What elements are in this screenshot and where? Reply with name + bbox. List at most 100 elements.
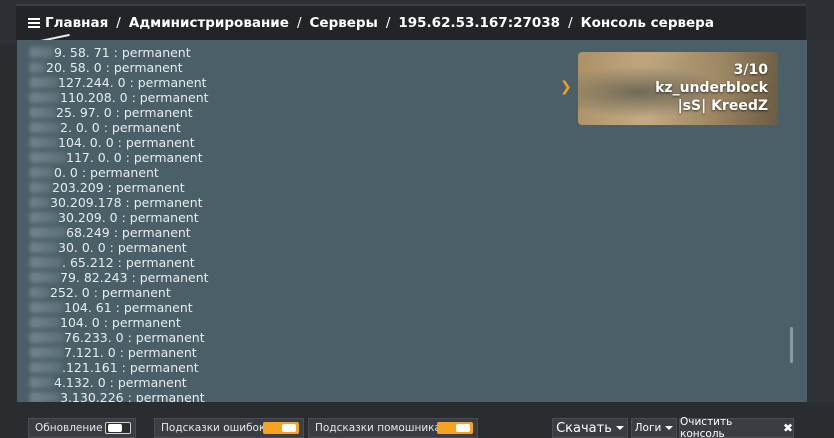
- breadcrumb-server-address[interactable]: 195.62.53.167:27038: [398, 15, 560, 31]
- helper-hints-switch[interactable]: [437, 422, 473, 434]
- breadcrumb-servers[interactable]: Серверы: [310, 15, 378, 31]
- close-icon: ✖: [782, 421, 793, 435]
- switch-knob: [456, 424, 470, 432]
- console-line: 252. 0 : permanent: [30, 285, 209, 300]
- console-line-text: 68.249 : permanent: [66, 225, 191, 240]
- console-line: 104. 0 : permanent: [30, 315, 209, 330]
- console-line-text: 30.209.178 : permanent: [50, 195, 203, 210]
- console-line: . 65.212 : permanent: [30, 255, 209, 270]
- redacted-text: [30, 317, 60, 328]
- redacted-text: [30, 392, 60, 402]
- redacted-text: [30, 347, 64, 358]
- console-scrollbar[interactable]: [790, 327, 793, 363]
- redacted-text: [30, 257, 62, 268]
- error-hints-switch[interactable]: [263, 422, 299, 434]
- console-line-text: 30. 0. 0 : permanent: [58, 240, 187, 255]
- map-name: kz_underblock: [655, 80, 768, 96]
- console-line-text: 2. 0. 0 : permanent: [60, 120, 181, 135]
- right-edge: [807, 40, 834, 402]
- console-line: 0. 0 : permanent: [30, 165, 209, 180]
- redacted-text: [30, 227, 66, 238]
- chevron-right-icon[interactable]: ❯: [560, 79, 572, 95]
- console-line: 79. 82.243 : permanent: [30, 270, 209, 285]
- server-name: |sS| KreedZ: [677, 98, 768, 114]
- map-card-text: 3/10 kz_underblock |sS| KreedZ: [655, 61, 768, 115]
- current-map-card[interactable]: 3/10 kz_underblock |sS| KreedZ: [578, 52, 778, 125]
- console-line: .121.161 : permanent: [30, 360, 209, 375]
- switch-knob: [108, 424, 122, 432]
- breadcrumb-separator: /: [385, 15, 391, 31]
- console-line-text: 127.244. 0 : permanent: [58, 75, 207, 90]
- console-line: 30.209.178 : permanent: [30, 195, 209, 210]
- top-bar: Главная / Администрирование / Серверы / …: [0, 0, 834, 45]
- clear-console-button[interactable]: Очистить консоль ✖: [679, 416, 794, 438]
- console-line: 30. 0. 0 : permanent: [30, 240, 209, 255]
- map-player-count: 3/10: [733, 62, 768, 78]
- console-line: 127.244. 0 : permanent: [30, 75, 209, 90]
- console-line-text: 20. 58. 0 : permanent: [46, 60, 183, 75]
- redacted-text: [30, 272, 60, 283]
- redacted-text: [30, 122, 60, 133]
- switch-knob: [282, 424, 296, 432]
- breadcrumb-separator: /: [296, 15, 302, 31]
- console-line: 30.209. 0 : permanent: [30, 210, 209, 225]
- console-line-text: 203.209 : permanent: [52, 180, 185, 195]
- console-line-text: . 65.212 : permanent: [62, 255, 195, 270]
- redacted-text: [30, 377, 54, 388]
- console-line: 4.132. 0 : permanent: [30, 375, 209, 390]
- redacted-text: [30, 197, 50, 208]
- redacted-text: [30, 332, 64, 343]
- console-line: 110.208. 0 : permanent: [30, 90, 209, 105]
- console-line-text: 110.208. 0 : permanent: [60, 90, 209, 105]
- console-line: 25. 97. 0 : permanent: [30, 105, 209, 120]
- console-line-text: 0. 0 : permanent: [54, 165, 159, 180]
- console-line: 117. 0. 0 : permanent: [30, 150, 209, 165]
- download-button[interactable]: Скачать: [552, 418, 628, 438]
- logs-button[interactable]: Логи: [631, 418, 677, 438]
- redacted-text: [30, 152, 66, 163]
- logs-label: Логи: [634, 422, 662, 434]
- console-line: 7.121. 0 : permanent: [30, 345, 209, 360]
- console-line: 9. 58. 71 : permanent: [30, 45, 209, 60]
- breadcrumb-console: Консоль сервера: [580, 15, 714, 31]
- console-line-text: 4.132. 0 : permanent: [54, 375, 187, 390]
- redacted-text: [30, 77, 58, 88]
- redacted-text: [30, 362, 62, 373]
- console-line: 203.209 : permanent: [30, 180, 209, 195]
- console-line: 68.249 : permanent: [30, 225, 209, 240]
- error-hints-toggle[interactable]: Подсказки ошибок: [154, 418, 304, 438]
- console-line-text: 9. 58. 71 : permanent: [54, 45, 191, 60]
- redacted-text: [30, 47, 54, 58]
- refresh-toggle[interactable]: Обновление: [28, 418, 136, 438]
- console-line-text: 3.130.226 : permanent: [60, 390, 205, 402]
- menu-icon[interactable]: [28, 18, 40, 28]
- refresh-toggle-label: Обновление: [35, 422, 103, 434]
- console-line-text: 25. 97. 0 : permanent: [56, 105, 193, 120]
- clear-console-label: Очистить консоль: [680, 416, 733, 438]
- console-line-text: 117. 0. 0 : permanent: [66, 150, 203, 165]
- console-line-text: .121.161 : permanent: [62, 360, 199, 375]
- console-line: 3.130.226 : permanent: [30, 390, 209, 402]
- redacted-text: [30, 182, 52, 193]
- redacted-text: [30, 242, 58, 253]
- console-line-text: 104. 0 : permanent: [60, 315, 181, 330]
- caret-down-icon: [615, 426, 624, 430]
- refresh-switch[interactable]: [105, 422, 131, 434]
- breadcrumb-administration[interactable]: Администрирование: [129, 15, 289, 31]
- caret-down-icon: [665, 426, 674, 430]
- redacted-text: [30, 62, 46, 73]
- redacted-text: [30, 107, 56, 118]
- error-hints-label: Подсказки ошибок: [161, 422, 266, 434]
- console-line-text: 104. 0. 0 : permanent: [58, 135, 195, 150]
- redacted-text: [30, 137, 58, 148]
- helper-hints-toggle[interactable]: Подсказки помошника: [308, 418, 478, 438]
- redacted-text: [30, 92, 60, 103]
- redacted-text: [30, 212, 58, 223]
- console-line: 104. 0. 0 : permanent: [30, 135, 209, 150]
- helper-hints-label: Подсказки помошника: [315, 422, 441, 434]
- console-line-text: 7.121. 0 : permanent: [64, 345, 197, 360]
- console-line: 76.233. 0 : permanent: [30, 330, 209, 345]
- console-line-text: 76.233. 0 : permanent: [64, 330, 205, 345]
- breadcrumb-home[interactable]: Главная: [45, 15, 108, 31]
- breadcrumb-separator: /: [116, 15, 121, 31]
